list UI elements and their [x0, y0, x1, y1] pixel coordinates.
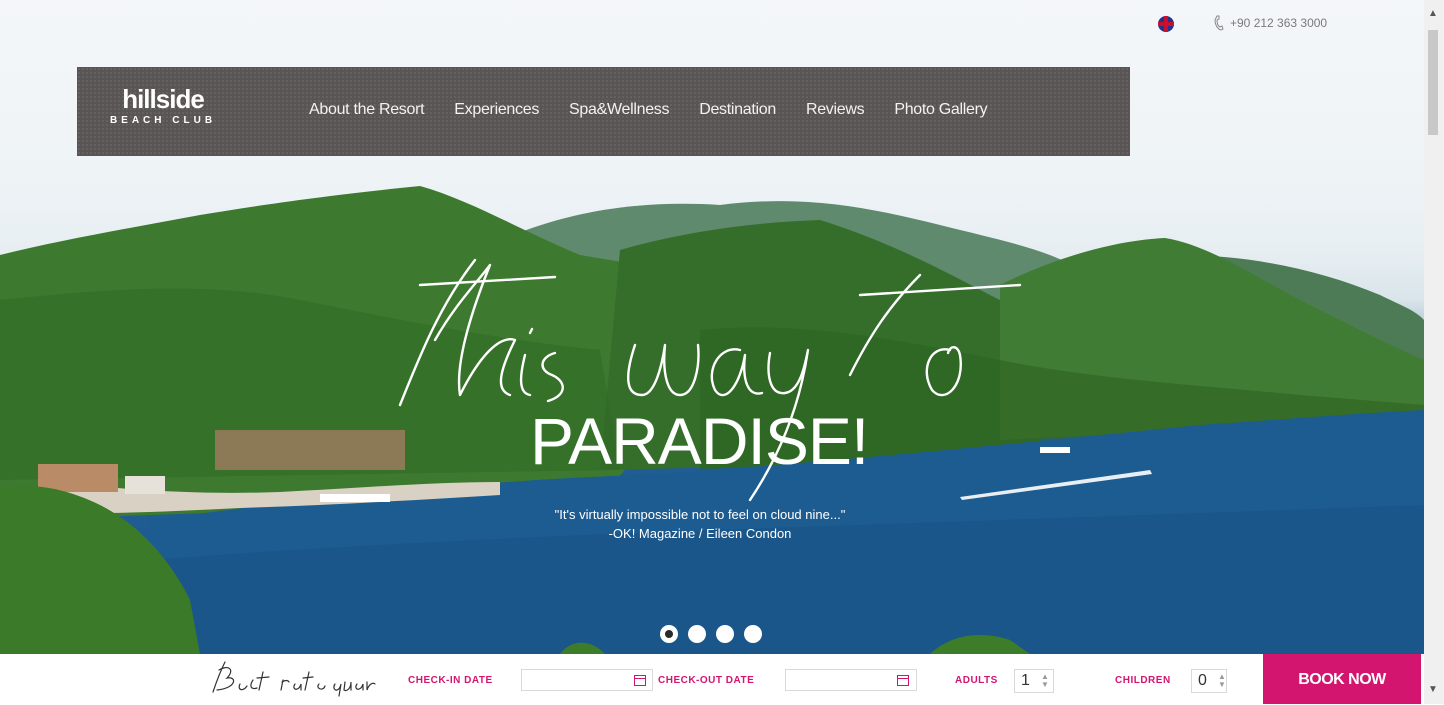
nav-item-experiences[interactable]: Experiences — [454, 101, 539, 119]
children-value: 0 — [1198, 672, 1207, 689]
logo-subtitle: BEACH CLUB — [109, 115, 217, 126]
nav-item-reviews[interactable]: Reviews — [806, 101, 865, 119]
checkout-label: CHECK-OUT DATE — [658, 675, 755, 686]
quote-attribution: -OK! Magazine / Eileen Condon — [608, 526, 792, 541]
slider-dots — [660, 625, 762, 643]
hero-banner: +90 212 363 3000 hillside BEACH CLUB Abo… — [0, 0, 1424, 654]
checkout-calendar-icon[interactable] — [897, 675, 909, 686]
scrollbar-thumb[interactable] — [1428, 30, 1438, 135]
brand-logo[interactable]: hillside BEACH CLUB — [103, 85, 223, 126]
children-stepper[interactable]: 0 ▲ ▼ — [1191, 669, 1227, 693]
logo-name: hillside — [122, 84, 205, 114]
nav-item-photo-gallery[interactable]: Photo Gallery — [894, 101, 987, 119]
adults-spin-icon[interactable]: ▲ ▼ — [1039, 673, 1049, 689]
nav-item-destination[interactable]: Destination — [699, 101, 776, 119]
book-now-button[interactable]: BOOK NOW — [1263, 654, 1421, 704]
booking-bar: CHECK-IN DATE CHECK-OUT DATE ADULTS 1 ▲ ▼… — [0, 654, 1424, 704]
scroll-down-arrow-icon[interactable]: ▼ — [1428, 684, 1438, 695]
checkin-label: CHECK-IN DATE — [408, 675, 493, 686]
slider-dot-4[interactable] — [744, 625, 762, 643]
phone-contact[interactable]: +90 212 363 3000 — [1214, 15, 1327, 31]
children-spin-icon[interactable]: ▲ ▼ — [1216, 673, 1226, 689]
slider-dot-1[interactable] — [660, 625, 678, 643]
page-scrollbar[interactable]: ▲ ▼ — [1424, 0, 1444, 704]
hero-headline: PARADISE! — [530, 404, 869, 478]
slider-dot-2[interactable] — [688, 625, 706, 643]
hero-quote: "It's virtually impossible not to feel o… — [400, 505, 1000, 543]
adults-value: 1 — [1021, 672, 1030, 689]
phone-number: +90 212 363 3000 — [1230, 16, 1328, 30]
phone-icon — [1214, 15, 1224, 31]
nav-item-about[interactable]: About the Resort — [309, 101, 425, 119]
adults-stepper[interactable]: 1 ▲ ▼ — [1014, 669, 1054, 693]
nav-item-spa-wellness[interactable]: Spa&Wellness — [569, 101, 669, 119]
children-label: CHILDREN — [1115, 675, 1171, 686]
best-rate-guarantee-badge — [212, 661, 376, 697]
main-navbar: hillside BEACH CLUB About the Resort Exp… — [77, 67, 1130, 156]
quote-text: "It's virtually impossible not to feel o… — [554, 507, 846, 522]
checkin-calendar-icon[interactable] — [634, 675, 646, 686]
scroll-up-arrow-icon[interactable]: ▲ — [1428, 8, 1438, 19]
uk-flag-icon[interactable] — [1158, 16, 1174, 32]
slider-dot-3[interactable] — [716, 625, 734, 643]
nav-menu: About the Resort Experiences Spa&Wellnes… — [309, 101, 988, 119]
adults-label: ADULTS — [955, 675, 998, 686]
